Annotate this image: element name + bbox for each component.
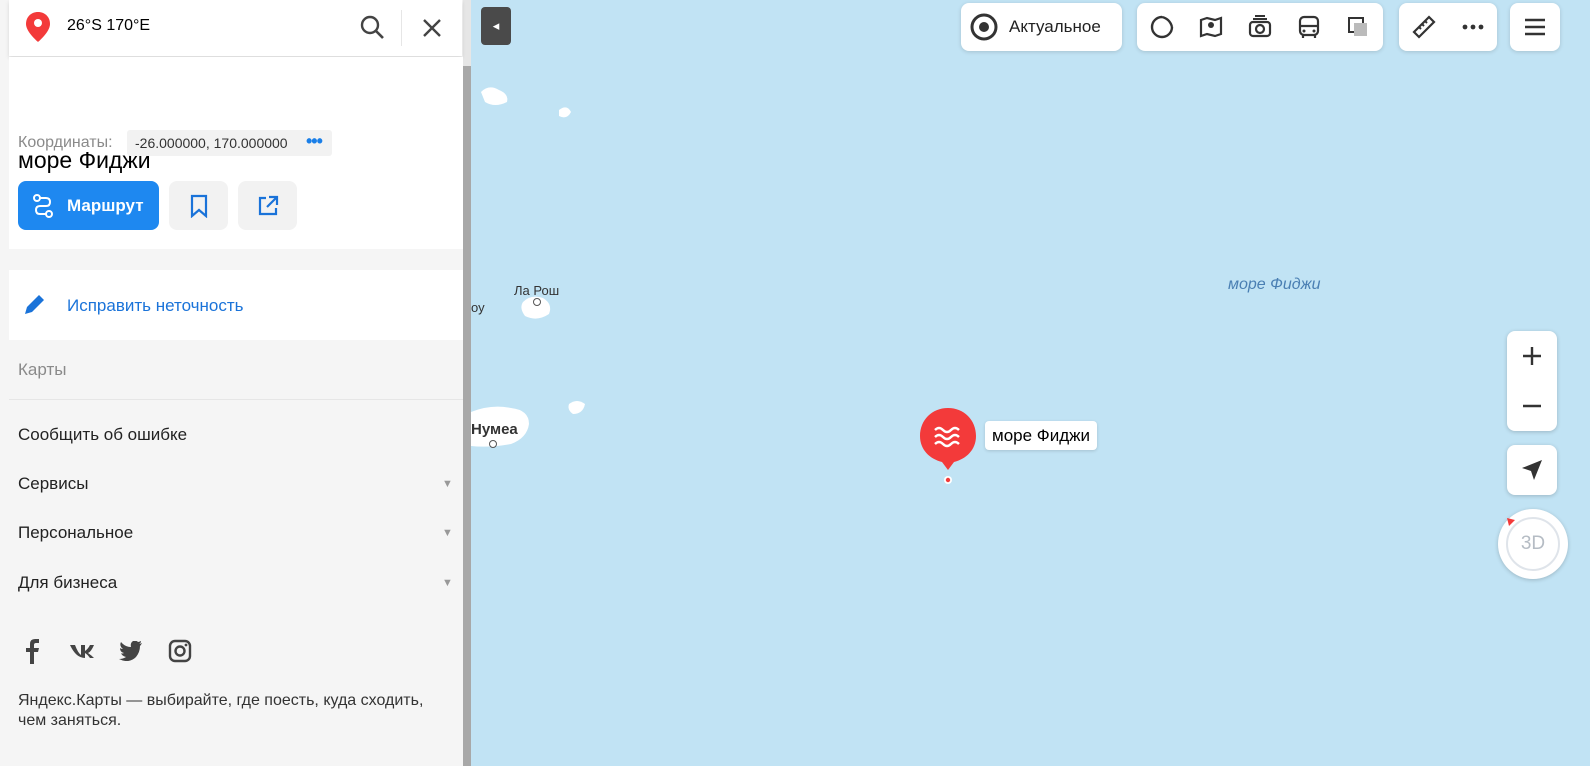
map-people-icon [1199, 16, 1222, 38]
map-label-la-roche: Ла Рош [514, 283, 560, 298]
navigation-arrow-icon [1522, 460, 1542, 480]
panorama-button[interactable] [1186, 3, 1235, 51]
zoom-in-button[interactable] [1507, 331, 1557, 381]
search-divider [401, 10, 402, 46]
layers-icon [1348, 17, 1368, 36]
pin-label[interactable]: море Фиджи [985, 421, 1097, 450]
ruler-button[interactable] [1399, 3, 1448, 51]
pencil-icon [25, 295, 44, 314]
plus-icon [1523, 347, 1541, 365]
search-bar: 26°S 170°E [9, 0, 462, 56]
extra-tools-panel [1399, 3, 1497, 51]
route-button-label: Маршрут [67, 196, 144, 215]
coordinates-label: Координаты: [18, 134, 113, 151]
traffic-button[interactable] [1137, 3, 1186, 51]
city-dot-noumea [489, 440, 497, 448]
coordinates-more-button[interactable]: ••• [306, 131, 323, 152]
map-tools-panel [1137, 3, 1383, 51]
bookmark-icon [190, 194, 207, 218]
layer-toggle-button[interactable]: Актуальное [961, 3, 1122, 51]
target-icon [970, 13, 998, 41]
map-islands [471, 87, 585, 447]
menu-item-report-error[interactable]: Сообщить об ошибке [18, 425, 187, 445]
main-menu-button[interactable] [1510, 3, 1560, 51]
compass-north-icon [1507, 518, 1515, 526]
sidebar: 26°S 170°E море Фиджи Координаты: -26.00… [0, 0, 471, 766]
chevron-down-icon: ▼ [442, 478, 453, 490]
collapse-arrow-icon: ◂ [492, 18, 500, 33]
more-button[interactable] [1448, 3, 1497, 51]
twitter-icon [119, 641, 142, 661]
close-icon[interactable] [422, 18, 442, 38]
ruler-icon [1411, 15, 1436, 39]
location-pin[interactable] [918, 406, 978, 486]
layers-button[interactable] [1334, 3, 1383, 51]
layer-label: Актуальное [1009, 17, 1101, 36]
map-canvas[interactable]: Ла Рош оу Нумеа море Фиджи море Фиджи ◂ … [471, 0, 1590, 766]
vk-icon [70, 645, 94, 658]
traffic-icon [1150, 15, 1173, 39]
compass-3d-button[interactable]: 3D [1498, 509, 1568, 579]
route-icon [33, 194, 53, 218]
twitter-link[interactable] [117, 637, 145, 665]
city-dot-la-roche [533, 298, 541, 306]
more-dots-icon [1462, 24, 1483, 30]
transport-button[interactable] [1285, 3, 1334, 51]
vk-link[interactable] [68, 637, 96, 665]
location-marker-icon [26, 12, 50, 42]
map-label-sea: море Фиджи [1228, 276, 1321, 293]
chevron-down-icon: ▼ [442, 577, 453, 589]
minus-icon [1523, 404, 1541, 408]
external-link-icon [258, 195, 278, 215]
zoom-control [1507, 331, 1557, 431]
map-label-partial: оу [471, 300, 485, 315]
bookmark-button[interactable] [169, 181, 228, 230]
section-divider [9, 399, 463, 400]
search-input[interactable]: 26°S 170°E [67, 17, 150, 35]
search-icon[interactable] [359, 14, 385, 40]
sidebar-scrollbar-thumb[interactable] [463, 66, 471, 766]
water-icon [920, 408, 976, 484]
menu-item-business[interactable]: Для бизнеса [18, 573, 117, 593]
coordinates-value[interactable]: -26.000000, 170.000000 [135, 135, 288, 151]
instagram-link[interactable] [166, 637, 194, 665]
geolocation-button[interactable] [1507, 445, 1557, 495]
hamburger-icon [1525, 18, 1545, 36]
share-button[interactable] [238, 181, 297, 230]
collapse-sidebar-button[interactable]: ◂ [481, 7, 511, 45]
bus-icon [1299, 15, 1320, 38]
footer-tagline: Яндекс.Карты — выбирайте, где поесть, ку… [18, 692, 424, 729]
instagram-icon [168, 639, 192, 663]
route-button[interactable]: Маршрут [18, 181, 159, 230]
photos-button[interactable] [1235, 3, 1284, 51]
menu-item-services[interactable]: Сервисы [18, 474, 88, 494]
fix-inaccuracy-link[interactable]: Исправить неточность [67, 296, 244, 316]
facebook-icon [26, 639, 39, 664]
map-label-noumea: Нумеа [471, 421, 518, 438]
maps-section-title: Карты [18, 360, 67, 379]
chevron-down-icon: ▼ [442, 527, 453, 539]
zoom-out-button[interactable] [1507, 381, 1557, 431]
menu-item-personal[interactable]: Персональное [18, 523, 133, 543]
camera-icon [1248, 15, 1272, 38]
facebook-link[interactable] [18, 637, 46, 665]
